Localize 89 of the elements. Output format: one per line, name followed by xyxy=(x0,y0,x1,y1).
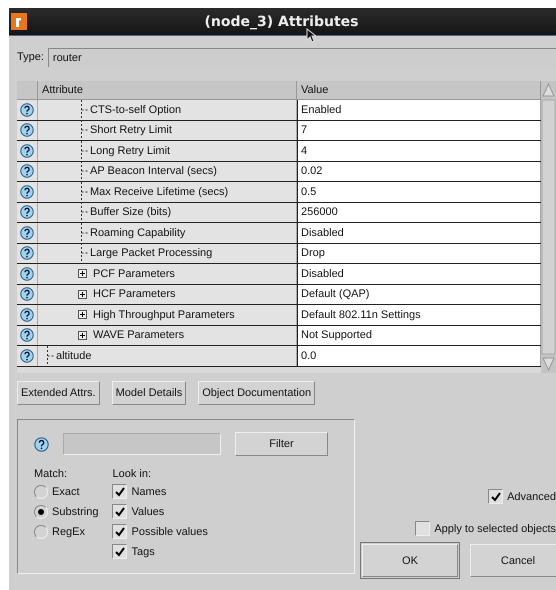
column-header[interactable]: Attribute xyxy=(38,81,297,100)
tree-line-icon xyxy=(80,243,89,264)
checkbox[interactable] xyxy=(112,504,128,519)
attribute-name: Short Retry Limit xyxy=(90,124,172,136)
value-cell[interactable]: 0.5 xyxy=(297,182,541,202)
help-icon[interactable] xyxy=(20,184,34,199)
scrollbar[interactable] xyxy=(541,81,556,373)
value-cell[interactable]: 256000 xyxy=(297,202,541,222)
checkbox[interactable] xyxy=(112,524,128,539)
value-cell[interactable]: Default 802.11n Settings xyxy=(297,305,541,324)
help-icon[interactable] xyxy=(20,348,34,363)
help-icon[interactable] xyxy=(34,436,49,452)
attribute-name: Max Receive Lifetime (secs) xyxy=(90,186,228,198)
dialog-button[interactable]: Extended Attrs. xyxy=(17,381,100,405)
attribute-name: CTS-to-self Option xyxy=(90,104,182,116)
tree-line-icon xyxy=(80,120,89,140)
attribute-name: High Throughput Parameters xyxy=(93,308,235,321)
help-icon[interactable] xyxy=(20,144,34,158)
expand-icon[interactable] xyxy=(78,290,87,299)
help-icon[interactable] xyxy=(20,123,34,138)
match-label: Match: xyxy=(34,468,68,480)
help-icon[interactable] xyxy=(20,308,34,322)
help-icon[interactable] xyxy=(20,102,34,117)
attribute-name: WAVE Parameters xyxy=(93,329,184,342)
value-cell[interactable]: Not Supported xyxy=(297,326,541,345)
attribute-name: Long Retry Limit xyxy=(90,144,170,157)
tree-line-icon xyxy=(80,100,89,120)
value-cell[interactable]: Drop xyxy=(297,244,541,263)
help-icon[interactable] xyxy=(20,266,34,281)
tree-line-icon xyxy=(80,202,89,222)
attribute-name: PCF Parameters xyxy=(93,268,175,280)
value-cell[interactable]: 0.02 xyxy=(297,162,541,181)
column-header[interactable]: Value xyxy=(297,81,541,100)
tree-line-icon xyxy=(80,161,89,182)
radio-button[interactable] xyxy=(34,504,48,518)
help-icon[interactable] xyxy=(20,164,34,178)
look-in-label: Look in: xyxy=(112,468,152,480)
cancel-button[interactable]: Cancel xyxy=(470,544,556,577)
app-logo-icon xyxy=(11,13,27,30)
checkbox-label[interactable]: Advanced xyxy=(507,490,556,502)
attribute-name: HCF Parameters xyxy=(93,288,176,300)
mouse-cursor-icon xyxy=(306,28,316,43)
value-cell[interactable]: 7 xyxy=(297,120,541,140)
dialog-button[interactable]: Object Documentation xyxy=(198,381,316,405)
value-cell[interactable]: 0.0 xyxy=(297,346,541,366)
help-icon[interactable] xyxy=(20,226,34,240)
expand-icon[interactable] xyxy=(78,310,87,320)
radio-button[interactable] xyxy=(34,524,48,538)
dialog-button[interactable]: Model Details xyxy=(112,381,186,405)
help-icon[interactable] xyxy=(20,205,34,220)
tree-line-icon xyxy=(80,222,89,243)
checkbox[interactable] xyxy=(112,544,128,559)
value-cell[interactable]: 4 xyxy=(297,141,541,160)
checkbox-label[interactable]: Tags xyxy=(131,546,155,558)
tree-line-icon xyxy=(46,346,55,366)
window-title: (node_3) Attributes xyxy=(204,14,360,30)
radio-label[interactable]: RegEx xyxy=(52,526,86,538)
type-field: router xyxy=(48,48,556,66)
ok-button[interactable]: OK xyxy=(362,544,458,577)
type-label: Type: xyxy=(17,51,44,63)
expand-icon[interactable] xyxy=(78,269,87,278)
radio-button[interactable] xyxy=(34,484,48,498)
attribute-name: Large Packet Processing xyxy=(90,247,212,260)
checkbox-label[interactable]: Names xyxy=(131,486,166,498)
tree-line-icon xyxy=(80,182,89,202)
filter-button[interactable]: Filter xyxy=(235,432,328,456)
radio-label[interactable]: Substring xyxy=(52,506,98,518)
value-cell[interactable]: Disabled xyxy=(297,223,541,242)
checkbox[interactable] xyxy=(112,484,128,499)
tree-line-icon xyxy=(80,140,89,161)
checkbox[interactable] xyxy=(488,489,504,504)
value-cell[interactable]: Enabled xyxy=(297,100,541,120)
column-header xyxy=(17,81,38,100)
value-cell[interactable]: Default (QAP) xyxy=(297,284,541,304)
checkbox-label[interactable]: Apply to selected objects xyxy=(434,522,556,534)
checkbox[interactable] xyxy=(415,521,430,536)
help-icon[interactable] xyxy=(20,328,34,342)
expand-icon[interactable] xyxy=(78,330,87,340)
attribute-name: Roaming Capability xyxy=(90,226,186,239)
radio-label[interactable]: Exact xyxy=(52,486,80,498)
checkbox-label[interactable]: Possible values xyxy=(131,526,208,538)
attribute-name: altitude xyxy=(56,350,92,362)
filter-field[interactable] xyxy=(63,433,221,455)
attribute-name: Buffer Size (bits) xyxy=(90,206,172,218)
help-icon[interactable] xyxy=(20,246,34,260)
attribute-name: AP Beacon Interval (secs) xyxy=(90,165,217,178)
value-cell[interactable]: Disabled xyxy=(297,264,541,284)
checkbox-label[interactable]: Values xyxy=(131,506,164,518)
help-icon[interactable] xyxy=(20,287,34,302)
